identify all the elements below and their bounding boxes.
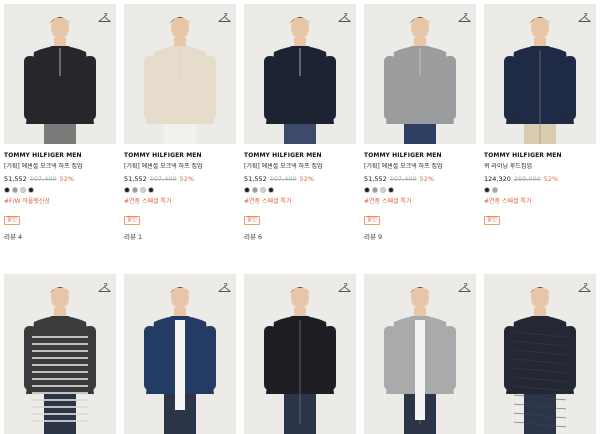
- product-name[interactable]: [기획] 에센셜 모크넥 하프 집업: [364, 163, 476, 171]
- color-swatch[interactable]: [12, 187, 18, 193]
- product-card[interactable]: [364, 274, 476, 434]
- product-name[interactable]: [기획] 에센셜 모크넥 하프 집업: [244, 163, 356, 171]
- original-price: 259,000: [513, 175, 541, 183]
- discount-badge: 할인: [124, 216, 141, 225]
- product-image[interactable]: [364, 274, 476, 434]
- review-count[interactable]: 리뷰 6: [244, 233, 356, 241]
- discount-rate: 52%: [419, 175, 435, 183]
- color-swatches: [4, 187, 116, 194]
- discount-badge: 할인: [4, 216, 21, 225]
- sale-price: 51,552: [244, 175, 267, 183]
- promo-tag[interactable]: #연중 스페셜 특가: [364, 198, 476, 206]
- discount-rate: 52%: [59, 175, 75, 183]
- original-price: 107,400: [389, 175, 417, 183]
- brand-name: TOMMY HILFIGER MEN: [4, 152, 82, 159]
- hanger-icon[interactable]: [98, 8, 111, 22]
- discount-rate: 52%: [543, 175, 559, 183]
- product-name[interactable]: 퀴 라이닝 후드집업: [484, 163, 596, 171]
- color-swatch[interactable]: [148, 187, 154, 193]
- original-price: 107,400: [269, 175, 297, 183]
- color-swatch[interactable]: [4, 187, 10, 193]
- discount-badge: 할인: [364, 216, 381, 225]
- discount-badge: 할인: [244, 216, 261, 225]
- color-swatches: [484, 187, 596, 194]
- sale-price: 51,552: [364, 175, 387, 183]
- product-image[interactable]: [484, 4, 596, 144]
- color-swatch[interactable]: [260, 187, 266, 193]
- color-swatch[interactable]: [244, 187, 250, 193]
- product-name[interactable]: [기획] 에센셜 모크넥 하프 집업: [124, 163, 236, 171]
- product-card[interactable]: TOMMY HILFIGER MEN [기획] 에센셜 모크넥 하프 집업 51,5…: [244, 4, 356, 241]
- sale-price: 51,552: [124, 175, 147, 183]
- product-card[interactable]: [244, 274, 356, 434]
- hanger-icon[interactable]: [458, 8, 471, 22]
- product-card[interactable]: TOMMY HILFIGER MEN 퀴 라이닝 후드집업 124,320 259,0…: [484, 4, 596, 225]
- product-image[interactable]: [124, 4, 236, 144]
- promo-tag[interactable]: #연중 스페셜 특가: [244, 198, 356, 206]
- sale-price: 124,320: [484, 175, 511, 183]
- review-count[interactable]: 리뷰 9: [364, 233, 476, 241]
- brand-name: TOMMY HILFIGER MEN: [244, 152, 322, 159]
- hanger-icon[interactable]: [458, 278, 471, 292]
- product-card[interactable]: [4, 274, 116, 434]
- product-image[interactable]: [244, 4, 356, 144]
- price-line: 51,552 107,400 52%: [364, 175, 476, 184]
- product-image[interactable]: [484, 274, 596, 434]
- discount-rate: 52%: [299, 175, 315, 183]
- price-line: 51,552 107,400 52%: [244, 175, 356, 184]
- hanger-icon[interactable]: [218, 278, 231, 292]
- price-line: 124,320 259,000 52%: [484, 175, 596, 184]
- sale-price: 51,552: [4, 175, 27, 183]
- product-image[interactable]: [244, 274, 356, 434]
- product-image[interactable]: [124, 274, 236, 434]
- product-card[interactable]: TOMMY HILFIGER MEN [기획] 에센셜 모크넥 하프 집업 51,5…: [364, 4, 476, 241]
- promo-tag[interactable]: #F/W 아울렛신상: [4, 198, 116, 206]
- color-swatch[interactable]: [388, 187, 394, 193]
- hanger-icon[interactable]: [338, 278, 351, 292]
- color-swatch[interactable]: [252, 187, 258, 193]
- brand-name: TOMMY HILFIGER MEN: [124, 152, 202, 159]
- hanger-icon[interactable]: [98, 278, 111, 292]
- color-swatch[interactable]: [268, 187, 274, 193]
- price-line: 51,552 107,400 52%: [124, 175, 236, 184]
- color-swatch[interactable]: [132, 187, 138, 193]
- color-swatch[interactable]: [372, 187, 378, 193]
- color-swatch[interactable]: [20, 187, 26, 193]
- promo-tag[interactable]: #연중 스페셜 특가: [124, 198, 236, 206]
- discount-rate: 52%: [179, 175, 195, 183]
- brand-name: TOMMY HILFIGER MEN: [484, 152, 562, 159]
- color-swatches: [124, 187, 236, 194]
- original-price: 107,400: [29, 175, 57, 183]
- color-swatch[interactable]: [484, 187, 490, 193]
- product-image[interactable]: [4, 274, 116, 434]
- color-swatch[interactable]: [140, 187, 146, 193]
- product-image[interactable]: [4, 4, 116, 144]
- hanger-icon[interactable]: [578, 8, 591, 22]
- brand-name: TOMMY HILFIGER MEN: [364, 152, 442, 159]
- color-swatch[interactable]: [124, 187, 130, 193]
- color-swatch[interactable]: [492, 187, 498, 193]
- product-card[interactable]: TOMMY HILFIGER MEN [기획] 에센셜 모크넥 하프 집업 51,5…: [4, 4, 116, 241]
- hanger-icon[interactable]: [578, 278, 591, 292]
- product-card[interactable]: [484, 274, 596, 434]
- product-image[interactable]: [364, 4, 476, 144]
- hanger-icon[interactable]: [338, 8, 351, 22]
- original-price: 107,400: [149, 175, 177, 183]
- discount-badge: 할인: [484, 216, 501, 225]
- product-name[interactable]: [기획] 에센셜 모크넥 하프 집업: [4, 163, 116, 171]
- price-line: 51,552 107,400 52%: [4, 175, 116, 184]
- color-swatch[interactable]: [380, 187, 386, 193]
- color-swatches: [364, 187, 476, 194]
- color-swatches: [244, 187, 356, 194]
- color-swatch[interactable]: [364, 187, 370, 193]
- product-card[interactable]: [124, 274, 236, 434]
- hanger-icon[interactable]: [218, 8, 231, 22]
- color-swatch[interactable]: [28, 187, 34, 193]
- review-count[interactable]: 리뷰 1: [124, 233, 236, 241]
- promo-tag[interactable]: #연중 스페셜 특가: [484, 198, 596, 206]
- review-count[interactable]: 리뷰 4: [4, 233, 116, 241]
- product-card[interactable]: TOMMY HILFIGER MEN [기획] 에센셜 모크넥 하프 집업 51,5…: [124, 4, 236, 241]
